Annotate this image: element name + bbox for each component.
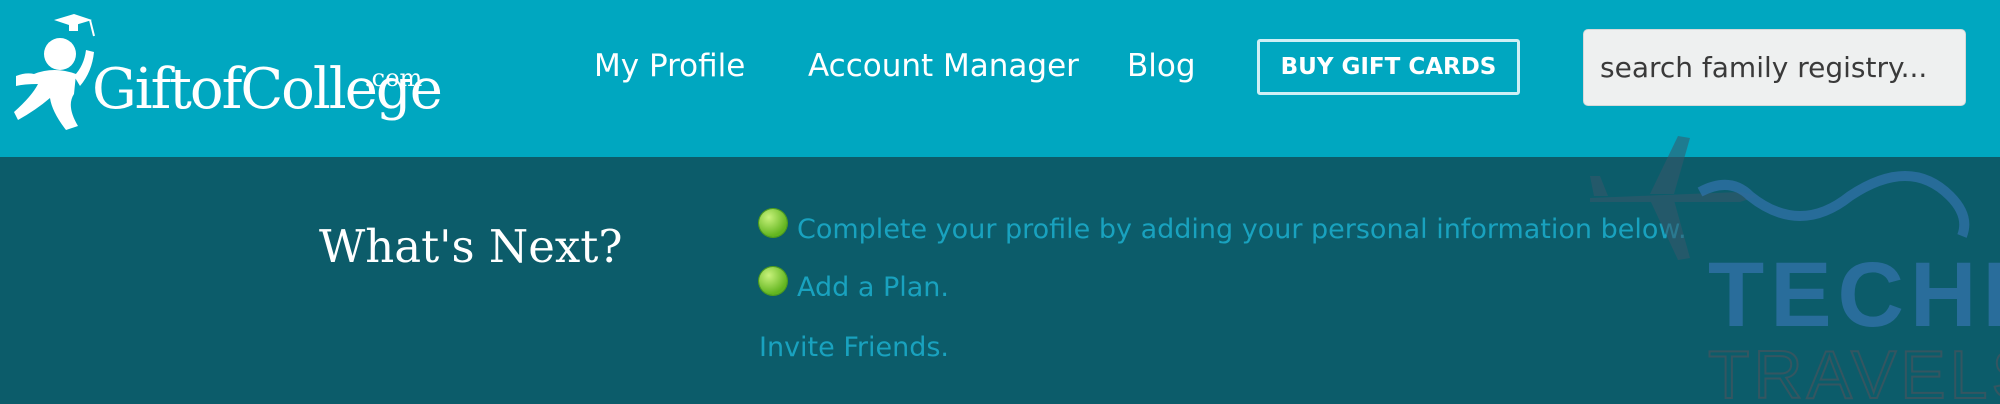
task-item-add-plan[interactable]: Add a Plan. [759,267,950,305]
checkmark-icon [759,267,787,295]
nav-account-manager[interactable]: Account Manager [808,48,1079,84]
buy-gift-cards-label: BUY GIFT CARDS [1280,54,1497,80]
task-label: Add a Plan. [797,272,950,303]
task-item-invite-friends[interactable]: Invite Friends. [759,331,949,365]
checkmark-icon [759,209,787,237]
watermark-line-2: TRAVELS [1708,337,2000,404]
task-label: Invite Friends. [759,332,950,363]
graduate-figure-icon [14,14,95,130]
whats-next-heading: What's Next? [319,220,623,273]
site-logo[interactable]: GiftofCollege .com [14,14,443,134]
techie-travels-watermark: TECHIE TRAVELS [1590,136,2000,404]
logo-domain: .com [364,64,423,92]
top-navigation-bar: GiftofCollege .com My Profile Account Ma… [0,0,2000,157]
task-label: Complete your profile by adding your per… [797,214,1687,245]
task-item-complete-profile[interactable]: Complete your profile by adding your per… [759,209,1687,247]
search-input[interactable] [1583,29,1966,106]
watermark-line-1: TECHIE [1708,244,2000,346]
nav-my-profile[interactable]: My Profile [594,48,745,84]
swoosh-icon [1697,171,1970,238]
buy-gift-cards-button[interactable]: BUY GIFT CARDS [1257,39,1520,95]
nav-blog[interactable]: Blog [1127,48,1196,84]
airplane-icon [1590,136,1758,260]
